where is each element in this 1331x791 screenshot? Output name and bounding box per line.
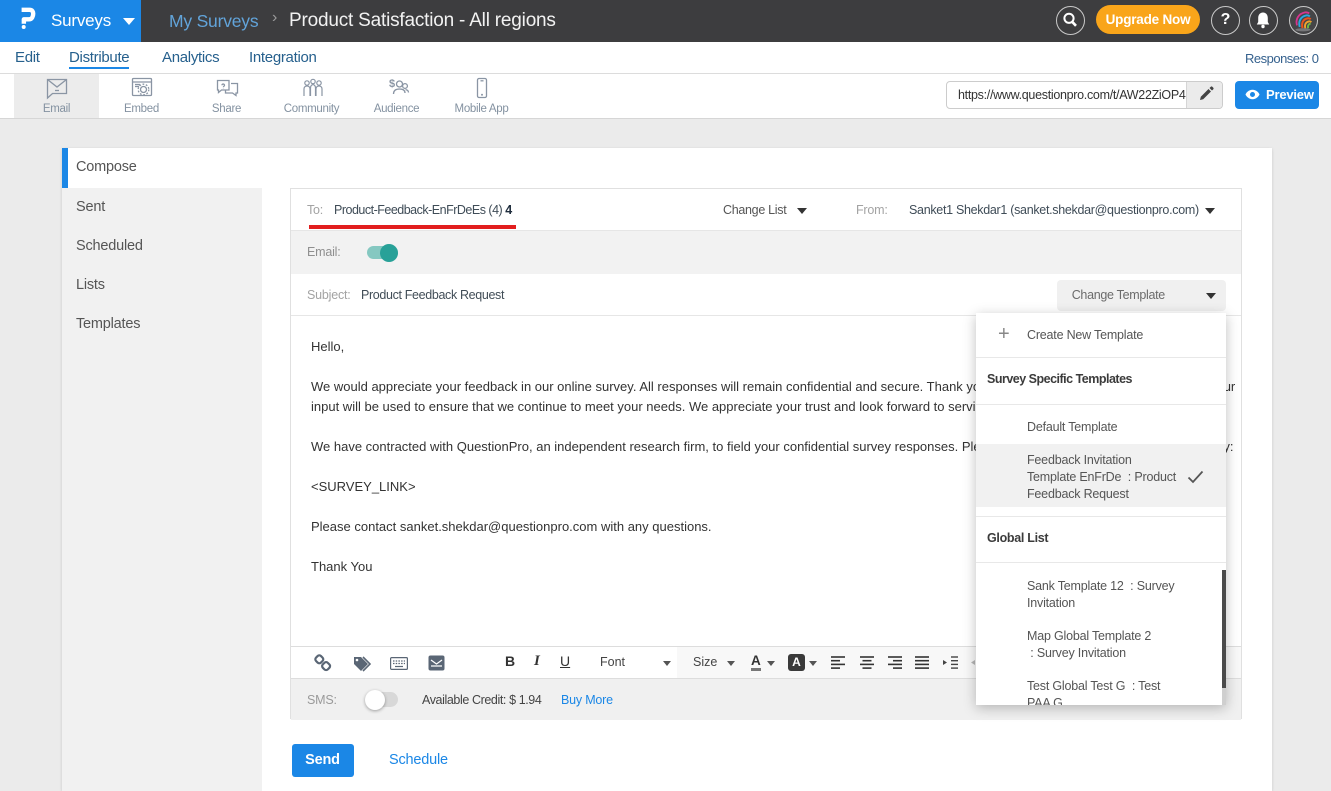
svg-text:$: $: [389, 78, 395, 90]
